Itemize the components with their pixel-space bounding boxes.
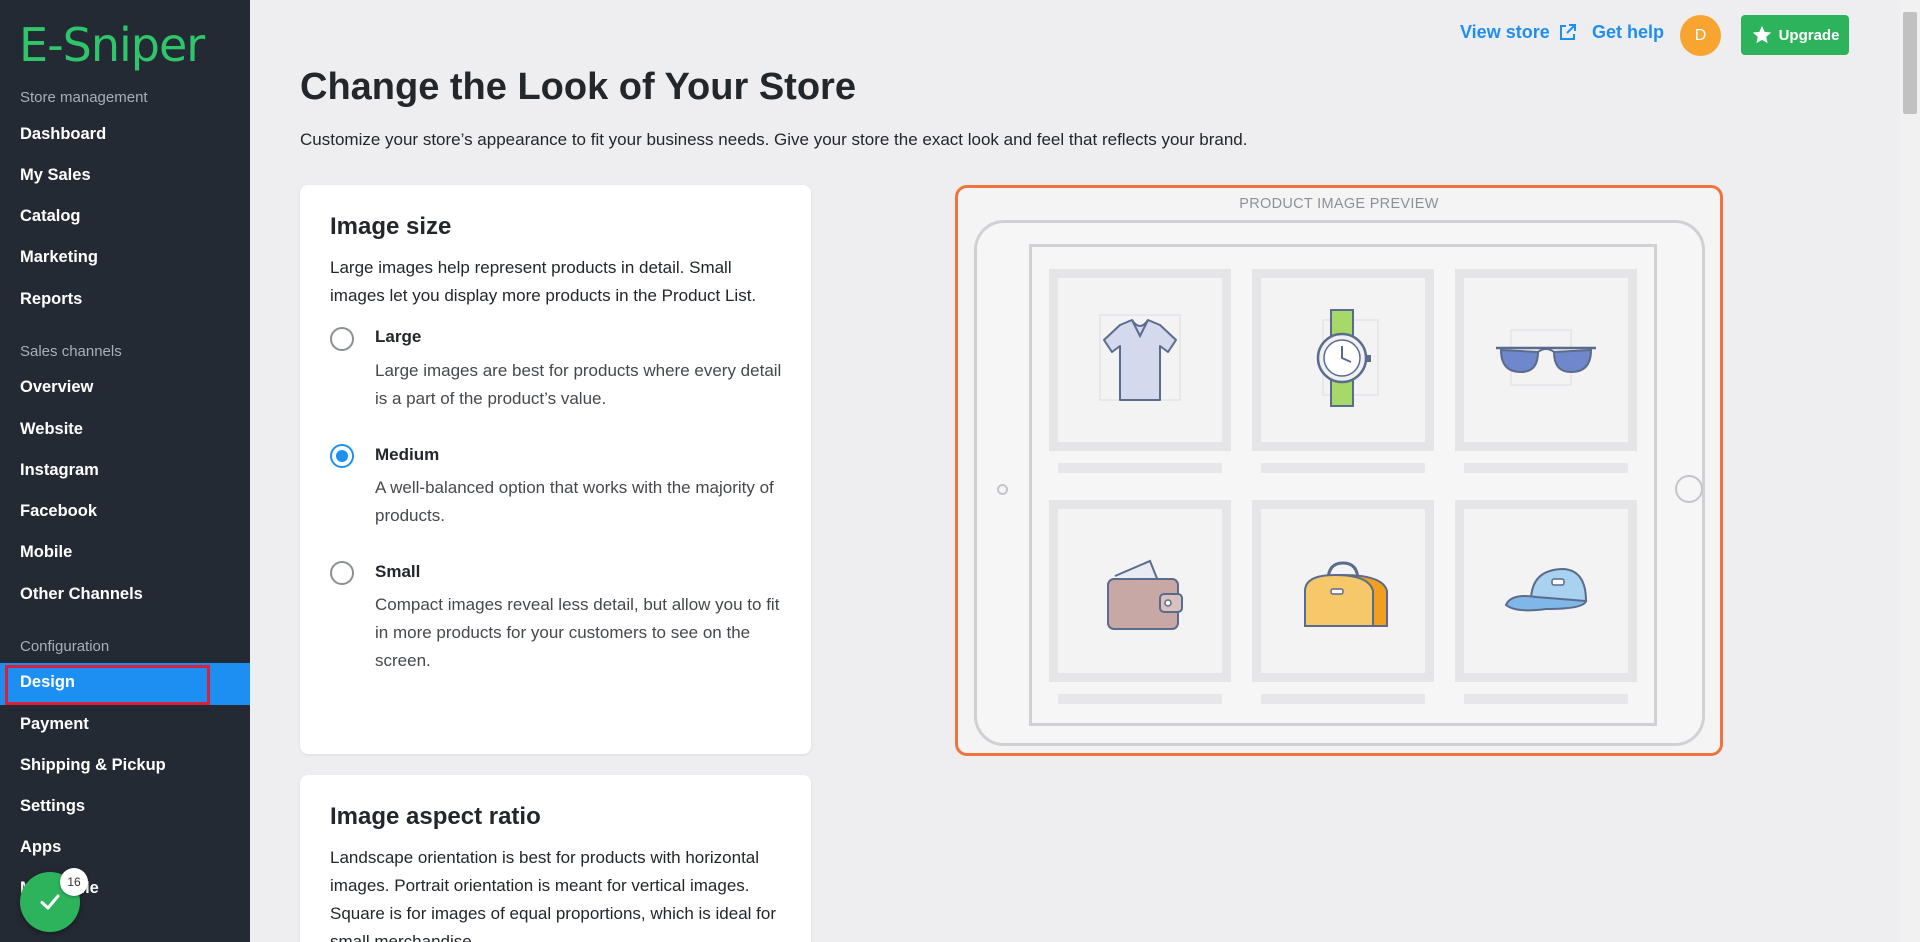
scrollbar-thumb[interactable] (1903, 12, 1917, 114)
product-title-placeholder (1058, 463, 1222, 473)
section-label-sales-channels: Sales channels (20, 343, 122, 360)
product-tile-cap (1455, 500, 1637, 704)
image-size-description: Large images help represent products in … (330, 258, 757, 305)
cap-icon (1504, 567, 1588, 612)
section-label-configuration: Configuration (20, 638, 110, 655)
get-help-link[interactable]: Get help (1592, 22, 1664, 43)
option-description-medium: A well-balanced option that works with t… (375, 478, 774, 525)
radio-small[interactable] (330, 561, 354, 585)
radio-large[interactable] (330, 327, 354, 351)
sidebar-item-marketing[interactable]: Marketing (0, 238, 250, 276)
aspect-ratio-card: Image aspect ratio Landscape orientation… (300, 775, 811, 942)
tablet-home-button (1675, 475, 1703, 503)
notification-count-badge: 16 (60, 868, 88, 896)
sidebar-item-other-channels[interactable]: Other Channels (0, 575, 250, 613)
external-link-icon (1559, 24, 1576, 40)
aspect-ratio-description: Landscape orientation is best for produc… (330, 848, 777, 942)
tablet-camera (997, 484, 1008, 495)
image-size-title: Image size (330, 213, 452, 240)
product-tile-watch (1252, 269, 1434, 473)
sidebar-item-catalog[interactable]: Catalog (0, 197, 250, 235)
watch-icon (1316, 309, 1379, 407)
app-logo[interactable]: E-Sniper (19, 18, 205, 72)
product-tile-wallet (1049, 500, 1231, 704)
option-label-large[interactable]: Large (375, 327, 421, 347)
sidebar-item-facebook[interactable]: Facebook (0, 492, 250, 530)
avatar[interactable]: D (1680, 15, 1721, 56)
product-title-placeholder (1464, 694, 1628, 704)
sidebar-item-apps[interactable]: Apps (0, 828, 250, 866)
sidebar-item-reports[interactable]: Reports (0, 280, 250, 318)
product-tile-sunglasses (1455, 269, 1637, 473)
product-title-placeholder (1058, 694, 1222, 704)
view-store-link[interactable]: View store (1460, 22, 1577, 43)
t-shirt-icon (1099, 314, 1181, 401)
tablet-frame (974, 220, 1705, 746)
radio-medium[interactable] (330, 444, 354, 468)
sidebar: E-Sniper Store management Dashboard My S… (0, 0, 250, 942)
view-store-label: View store (1460, 22, 1550, 42)
sidebar-item-shipping-pickup[interactable]: Shipping & Pickup (0, 746, 250, 784)
product-title-placeholder (1261, 694, 1425, 704)
upgrade-label: Upgrade (1778, 26, 1840, 44)
product-title-placeholder (1261, 463, 1425, 473)
sidebar-item-dashboard[interactable]: Dashboard (0, 115, 250, 153)
page-description: Customize your store’s appearance to fit… (300, 130, 1248, 149)
preview-label: PRODUCT IMAGE PREVIEW (1239, 196, 1439, 212)
star-icon (1752, 25, 1771, 44)
sidebar-item-payment[interactable]: Payment (0, 705, 250, 743)
sidebar-item-my-sales[interactable]: My Sales (0, 156, 250, 194)
section-label-store-management: Store management (20, 89, 148, 106)
aspect-ratio-title: Image aspect ratio (330, 803, 541, 830)
checkmark-icon (40, 894, 60, 910)
sunglasses-icon (1496, 329, 1596, 386)
option-description-large: Large images are best for products where… (375, 361, 782, 408)
sidebar-item-website[interactable]: Website (0, 410, 250, 448)
sidebar-item-design[interactable]: Design (0, 663, 250, 705)
page-title: Change the Look of Your Store (300, 66, 856, 108)
product-tile-tshirt (1049, 269, 1231, 473)
sidebar-item-instagram[interactable]: Instagram (0, 451, 250, 489)
product-image-preview: PRODUCT IMAGE PREVIEW (955, 185, 1723, 756)
upgrade-button[interactable]: Upgrade (1741, 15, 1849, 55)
image-size-card: Image size Large images help represent p… (300, 185, 811, 754)
sidebar-item-mobile[interactable]: Mobile (0, 533, 250, 571)
product-tile-bag (1252, 500, 1434, 704)
tablet-screen (1029, 244, 1657, 726)
product-title-placeholder (1464, 463, 1628, 473)
option-label-small[interactable]: Small (375, 562, 420, 582)
sidebar-item-overview[interactable]: Overview (0, 368, 250, 406)
wallet-icon (1107, 559, 1183, 630)
option-label-medium[interactable]: Medium (375, 445, 439, 465)
option-description-small: Compact images reveal less detail, but a… (375, 595, 780, 670)
sidebar-item-settings[interactable]: Settings (0, 787, 250, 825)
page-scrollbar[interactable] (1900, 0, 1920, 942)
bag-icon (1304, 561, 1388, 627)
